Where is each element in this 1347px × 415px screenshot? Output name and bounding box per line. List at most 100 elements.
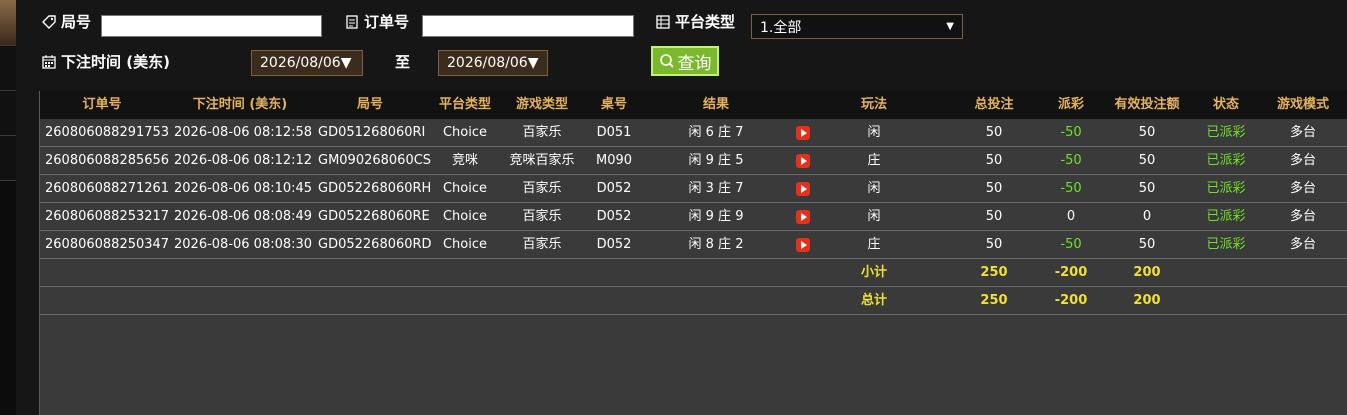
cell-platform: Choice (442, 125, 488, 140)
platform-label-text: 平台类型 (675, 13, 736, 31)
column-header-bet-time: 下注时间 (美东) (192, 97, 288, 112)
cell-round-no: GD052268060RD (318, 237, 432, 252)
table-row[interactable]: 260806088285656 2026-08-06 08:12:12 GM0902… (40, 147, 1347, 175)
cell-payout: -50 (1060, 125, 1082, 140)
subtotal-row: 小计 250 -200 200 (40, 259, 1347, 287)
cell-status: 已派彩 (1206, 209, 1246, 224)
cell-status: 已派彩 (1206, 181, 1246, 196)
sidebar-tab[interactable] (0, 136, 16, 181)
cell-game-mode: 多台 (1289, 209, 1317, 224)
table-row[interactable]: 260806088250347 2026-08-06 08:08:30 GD0522… (40, 231, 1347, 259)
column-header-order-no: 订单号 (82, 97, 122, 112)
cell-payout: -50 (1060, 181, 1082, 196)
cell-result: 闲 8 庄 2 (688, 237, 744, 252)
date-range-to-label: 至 (395, 53, 411, 71)
cell-total-bet: 50 (985, 153, 1003, 168)
cell-game-mode: 多台 (1289, 237, 1317, 252)
bet-time-label-text: 下注时间 (美东) (61, 53, 170, 71)
table-row[interactable]: 260806088253217 2026-08-06 08:08:49 GD0522… (40, 203, 1347, 231)
cell-bet-type: 闲 (867, 209, 881, 224)
summary-label: 总计 (860, 293, 888, 308)
cell-table-no: D052 (596, 209, 632, 224)
column-header-game-type: 游戏类型 (515, 97, 569, 112)
cell-payout: -50 (1060, 237, 1082, 252)
column-header-platform: 平台类型 (438, 97, 492, 112)
document-icon (346, 14, 358, 29)
cell-table-no: D052 (596, 181, 632, 196)
cell-round-no: GM090268060CS (318, 153, 432, 168)
column-header-table-no: 桌号 (600, 97, 628, 112)
sidebar-tab[interactable] (0, 46, 16, 91)
cell-order-no: 260806088253217 (45, 209, 170, 224)
date-to-picker[interactable]: 2026/08/06▼ (438, 50, 548, 76)
cell-bet-time: 2026-08-06 08:08:30 (174, 237, 313, 252)
sidebar-tab-active[interactable] (0, 0, 16, 46)
platform-selected-value: 1.全部 (760, 19, 802, 36)
play-video-icon[interactable] (796, 238, 810, 252)
cell-game-type: 百家乐 (522, 209, 562, 224)
play-video-icon[interactable] (796, 126, 810, 140)
cell-total-bet: 50 (985, 125, 1003, 140)
cell-valid-bet: 50 (1138, 181, 1156, 196)
play-video-icon[interactable] (796, 182, 810, 196)
cell-game-type: 百家乐 (522, 181, 562, 196)
cell-bet-type: 庄 (867, 153, 881, 168)
cell-platform: 竞咪 (451, 153, 479, 168)
cell-valid-bet: 50 (1138, 153, 1156, 168)
column-header-round-no: 局号 (356, 97, 384, 112)
summary-valid-bet: 200 (1133, 265, 1161, 280)
column-header-bet-type: 玩法 (860, 97, 888, 112)
table-row[interactable]: 260806088271261 2026-08-06 08:10:45 GD0522… (40, 175, 1347, 203)
cell-game-type: 百家乐 (522, 237, 562, 252)
cell-platform: Choice (442, 209, 488, 224)
cell-round-no: GD051268060RI (318, 125, 426, 140)
table-row[interactable]: 260806088291753 2026-08-06 08:12:58 GD0512… (40, 119, 1347, 147)
cell-bet-time: 2026-08-06 08:12:58 (174, 125, 313, 140)
cell-platform: Choice (442, 237, 488, 252)
order-number-input[interactable] (422, 15, 634, 37)
cell-payout: -50 (1060, 153, 1082, 168)
query-button[interactable]: 查询 (651, 46, 719, 76)
column-header-total-bet: 总投注 (974, 97, 1014, 112)
sidebar-tab[interactable] (0, 91, 16, 136)
round-label-text: 局号 (61, 13, 92, 31)
cell-game-type: 百家乐 (522, 125, 562, 140)
cell-round-no: GD052268060RE (318, 209, 430, 224)
round-number-input[interactable] (101, 15, 322, 37)
cell-status: 已派彩 (1206, 125, 1246, 140)
tag-icon (42, 14, 56, 29)
column-header-valid-bet: 有效投注额 (1114, 97, 1180, 112)
cell-valid-bet: 50 (1138, 237, 1156, 252)
table-header-row: 订单号 下注时间 (美东) 局号 平台类型 游戏类型 桌号 结果 玩法 总投注 派彩 有效投注额 状态… (40, 91, 1347, 119)
cell-game-mode: 多台 (1289, 125, 1317, 140)
cell-platform: Choice (442, 181, 488, 196)
play-video-icon[interactable] (796, 154, 810, 168)
play-video-icon[interactable] (796, 210, 810, 224)
bet-time-filter-label: 下注时间 (美东) (41, 51, 170, 72)
platform-select[interactable]: 1.全部 ▼ (751, 14, 963, 39)
column-header-payout: 派彩 (1057, 97, 1085, 112)
summary-total-bet: 250 (980, 265, 1008, 280)
cell-game-mode: 多台 (1289, 153, 1317, 168)
cell-order-no: 260806088250347 (45, 237, 170, 252)
summary-payout: -200 (1054, 293, 1088, 308)
summary-payout: -200 (1054, 265, 1088, 280)
cell-table-no: D052 (596, 237, 632, 252)
search-icon (659, 54, 674, 68)
cell-bet-type: 闲 (867, 125, 881, 140)
cell-status: 已派彩 (1206, 153, 1246, 168)
date-from-picker[interactable]: 2026/08/06▼ (251, 50, 363, 76)
cell-total-bet: 50 (985, 237, 1003, 252)
column-header-status: 状态 (1212, 97, 1240, 112)
order-label-text: 订单号 (364, 13, 410, 31)
calendar-icon (42, 54, 56, 69)
cell-payout: 0 (1066, 209, 1076, 224)
order-filter-label: 订单号 (344, 11, 409, 32)
cell-result: 闲 3 庄 7 (688, 181, 744, 196)
query-button-label: 查询 (677, 53, 712, 74)
cell-bet-time: 2026-08-06 08:12:12 (174, 153, 313, 168)
bet-record-table: 订单号 下注时间 (美东) 局号 平台类型 游戏类型 桌号 结果 玩法 总投注 派彩 有效投注额 状态… (39, 91, 1347, 415)
summary-label: 小计 (860, 265, 888, 280)
cell-status: 已派彩 (1206, 237, 1246, 252)
cell-order-no: 260806088271261 (45, 181, 170, 196)
